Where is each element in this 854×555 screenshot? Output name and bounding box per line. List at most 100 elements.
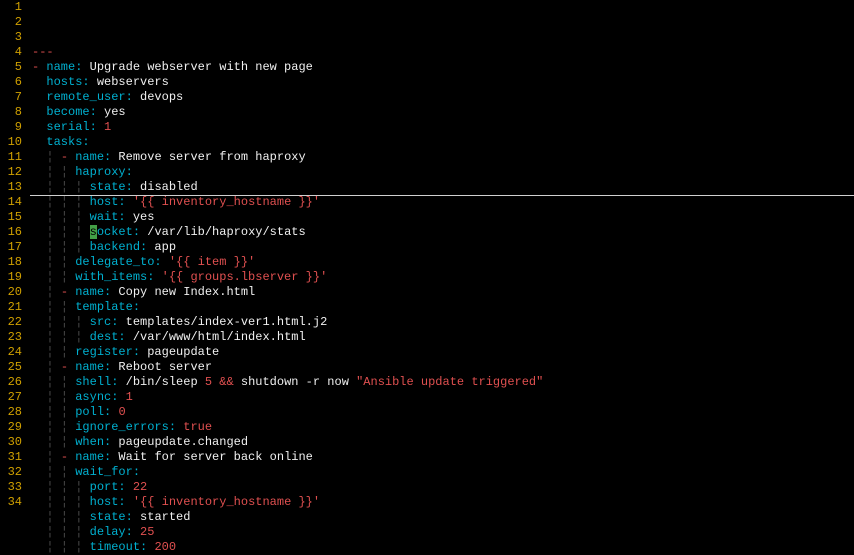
line-number: 24 (4, 345, 22, 360)
code-line[interactable]: ¦ - name: Wait for server back online (32, 450, 852, 465)
token-indent: ¦ ¦ ¦ (46, 525, 89, 539)
code-line[interactable]: ¦ ¦ ¦ backend: app (32, 240, 852, 255)
token-val (32, 270, 46, 284)
token-val (32, 465, 46, 479)
token-indent: ¦ ¦ ¦ (46, 480, 89, 494)
token-indent: ¦ ¦ ¦ (46, 240, 89, 254)
token-num: 1 (104, 120, 111, 134)
line-number: 20 (4, 285, 22, 300)
code-line[interactable]: ¦ ¦ delegate_to: '{{ item }}' (32, 255, 852, 270)
token-val: webservers (90, 75, 169, 89)
code-line[interactable]: ¦ ¦ with_items: '{{ groups.lbserver }}' (32, 270, 852, 285)
code-editor[interactable]: 1234567891011121314151617181920212223242… (0, 0, 854, 518)
line-number: 8 (4, 105, 22, 120)
code-line[interactable]: tasks: (32, 135, 852, 150)
code-line[interactable]: remote_user: devops (32, 90, 852, 105)
token-val: app (147, 240, 176, 254)
token-dash: - (61, 450, 75, 464)
token-val: Wait for server back online (111, 450, 313, 464)
code-line[interactable]: ¦ ¦ ¦ host: '{{ inventory_hostname }}' (32, 495, 852, 510)
token-key: name: (75, 285, 111, 299)
token-str: '{{ groups.lbserver }}' (162, 270, 328, 284)
token-indent: ¦ ¦ (46, 465, 75, 479)
code-line[interactable]: ¦ ¦ wait_for: (32, 465, 852, 480)
code-line[interactable]: become: yes (32, 105, 852, 120)
token-indent: ¦ (46, 150, 60, 164)
line-number: 19 (4, 270, 22, 285)
code-line[interactable]: ¦ ¦ ¦ state: disabled (32, 180, 852, 195)
token-key: dest: (90, 330, 126, 344)
token-val (32, 510, 46, 524)
token-indent: ¦ ¦ ¦ (46, 195, 89, 209)
line-number: 34 (4, 495, 22, 510)
token-val (32, 240, 46, 254)
code-line[interactable]: ¦ ¦ ¦ dest: /var/www/html/index.html (32, 330, 852, 345)
token-indent: ¦ ¦ (46, 300, 75, 314)
line-number: 26 (4, 375, 22, 390)
token-indent: ¦ ¦ ¦ (46, 495, 89, 509)
code-line[interactable]: ¦ ¦ register: pageupdate (32, 345, 852, 360)
token-indent: ¦ ¦ ¦ (46, 315, 89, 329)
token-val (32, 285, 46, 299)
token-key: template: (75, 300, 140, 314)
token-key: src: (90, 315, 119, 329)
token-val (32, 120, 46, 134)
token-indent: ¦ ¦ ¦ (46, 510, 89, 524)
code-line[interactable]: ¦ ¦ haproxy: (32, 165, 852, 180)
code-line[interactable]: ¦ ¦ ¦ src: templates/index-ver1.html.j2 (32, 315, 852, 330)
token-indent: ¦ ¦ (46, 435, 75, 449)
line-number: 30 (4, 435, 22, 450)
token-val (32, 315, 46, 329)
line-number: 10 (4, 135, 22, 150)
token-key: state: (90, 180, 133, 194)
code-content[interactable]: ---- name: Upgrade webserver with new pa… (30, 0, 854, 518)
token-key: register: (75, 345, 140, 359)
code-line[interactable]: ¦ ¦ ¦ delay: 25 (32, 525, 852, 540)
line-number: 28 (4, 405, 22, 420)
token-num: 0 (118, 405, 125, 419)
token-val (32, 180, 46, 194)
code-line[interactable]: hosts: webservers (32, 75, 852, 90)
line-number: 29 (4, 420, 22, 435)
line-number: 33 (4, 480, 22, 495)
code-line[interactable]: --- (32, 45, 852, 60)
token-indent: ¦ ¦ (46, 165, 75, 179)
code-line[interactable]: ¦ ¦ template: (32, 300, 852, 315)
code-line[interactable]: - name: Upgrade webserver with new page (32, 60, 852, 75)
token-key: poll: (75, 405, 111, 419)
token-key: delegate_to: (75, 255, 161, 269)
line-number: 21 (4, 300, 22, 315)
token-indent: ¦ ¦ (46, 270, 75, 284)
token-val (126, 195, 133, 209)
code-line[interactable]: ¦ ¦ ¦ port: 22 (32, 480, 852, 495)
code-line[interactable]: ¦ ¦ when: pageupdate.changed (32, 435, 852, 450)
token-key: hosts: (46, 75, 89, 89)
token-key: port: (90, 480, 126, 494)
line-number: 18 (4, 255, 22, 270)
token-str: "Ansible update triggered" (356, 375, 543, 389)
code-line[interactable]: ¦ - name: Remove server from haproxy (32, 150, 852, 165)
code-line[interactable]: ¦ ¦ ¦ socket: /var/lib/haproxy/stats (32, 225, 852, 240)
token-num: 25 (140, 525, 154, 539)
line-number: 13 (4, 180, 22, 195)
token-val (32, 255, 46, 269)
line-number: 7 (4, 90, 22, 105)
token-num: 5 (205, 375, 212, 389)
code-line[interactable]: ¦ ¦ shell: /bin/sleep 5 && shutdown -r n… (32, 375, 852, 390)
token-indent: ¦ ¦ ¦ (46, 330, 89, 344)
token-bool: true (183, 420, 212, 434)
code-line[interactable]: ¦ ¦ ignore_errors: true (32, 420, 852, 435)
code-line[interactable]: ¦ ¦ poll: 0 (32, 405, 852, 420)
code-line[interactable]: ¦ ¦ ¦ wait: yes (32, 210, 852, 225)
line-number: 27 (4, 390, 22, 405)
code-line[interactable]: serial: 1 (32, 120, 852, 135)
code-line[interactable]: ¦ - name: Reboot server (32, 360, 852, 375)
code-line[interactable]: ¦ - name: Copy new Index.html (32, 285, 852, 300)
code-line[interactable]: ¦ ¦ ¦ host: '{{ inventory_hostname }}' (32, 195, 852, 210)
line-number: 4 (4, 45, 22, 60)
token-val (32, 105, 46, 119)
code-line[interactable]: ¦ ¦ async: 1 (32, 390, 852, 405)
token-val (162, 255, 169, 269)
token-key: host: (90, 495, 126, 509)
code-line[interactable]: ¦ ¦ ¦ timeout: 200 (32, 540, 852, 555)
